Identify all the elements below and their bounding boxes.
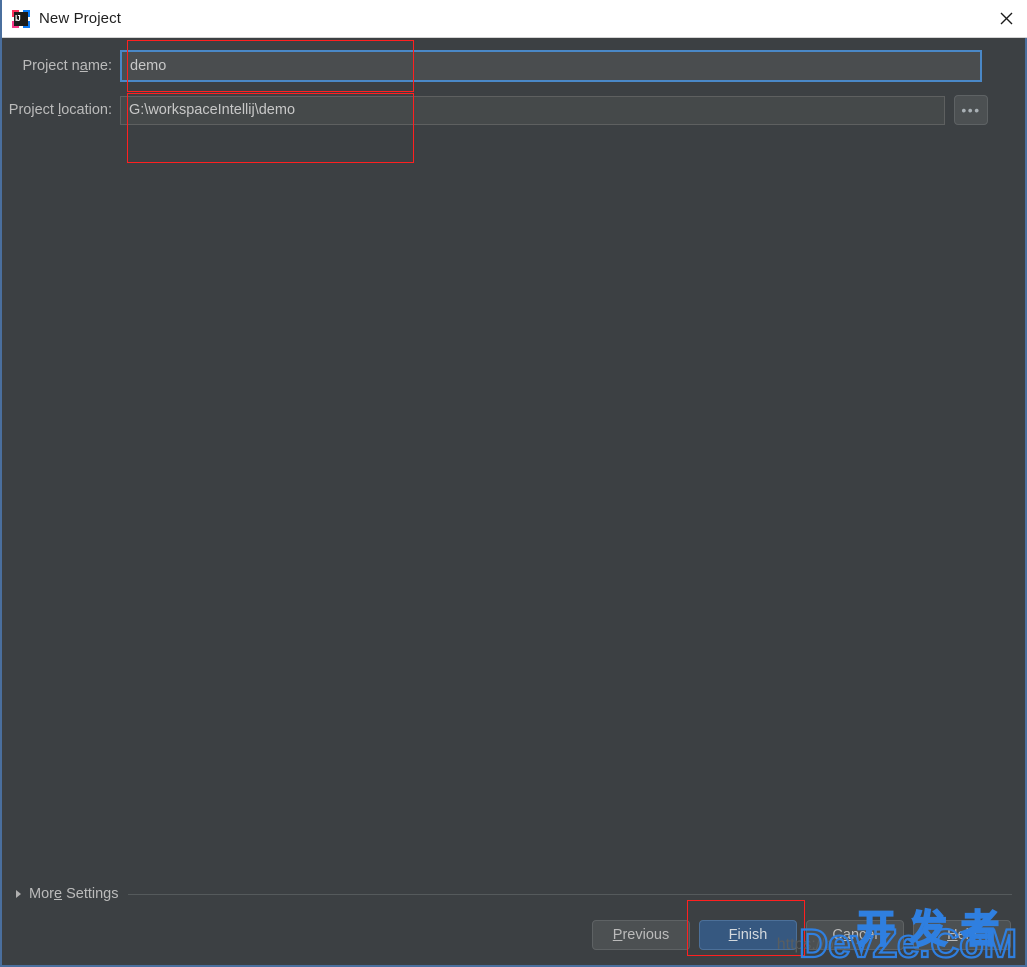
project-location-input[interactable] — [120, 95, 945, 125]
window-title: New Project — [39, 10, 121, 27]
browse-ellipsis-button[interactable]: ••• — [954, 95, 988, 125]
dialog-content: Project name: Project location: ••• More… — [2, 38, 1025, 965]
project-name-row: Project name: — [2, 50, 1025, 82]
project-location-row: Project location: ••• — [2, 95, 1025, 125]
ellipsis-icon: ••• — [961, 102, 981, 118]
close-button[interactable] — [983, 0, 1027, 37]
project-name-input[interactable] — [120, 50, 982, 82]
title-bar: IJ New Project — [2, 0, 1027, 38]
help-button[interactable]: Help — [913, 920, 1011, 950]
more-settings-toggle[interactable]: More Settings — [16, 886, 1012, 902]
intellij-idea-icon: IJ — [12, 9, 30, 28]
cancel-button[interactable]: Ca ncel — [806, 920, 904, 950]
close-icon — [1000, 12, 1012, 25]
dialog-button-bar: Previous Finish Ca ncel Help — [592, 920, 1011, 950]
project-name-label: Project name: — [22, 58, 112, 74]
project-location-label: Project location: — [8, 102, 112, 118]
more-settings-label: More Settings — [29, 886, 119, 902]
finish-button[interactable]: Finish — [699, 920, 797, 950]
separator-line — [128, 893, 1012, 895]
chevron-right-icon — [16, 890, 21, 898]
new-project-dialog: IJ New Project Project name: Project loc… — [0, 0, 1027, 967]
previous-button[interactable]: Previous — [592, 920, 690, 950]
